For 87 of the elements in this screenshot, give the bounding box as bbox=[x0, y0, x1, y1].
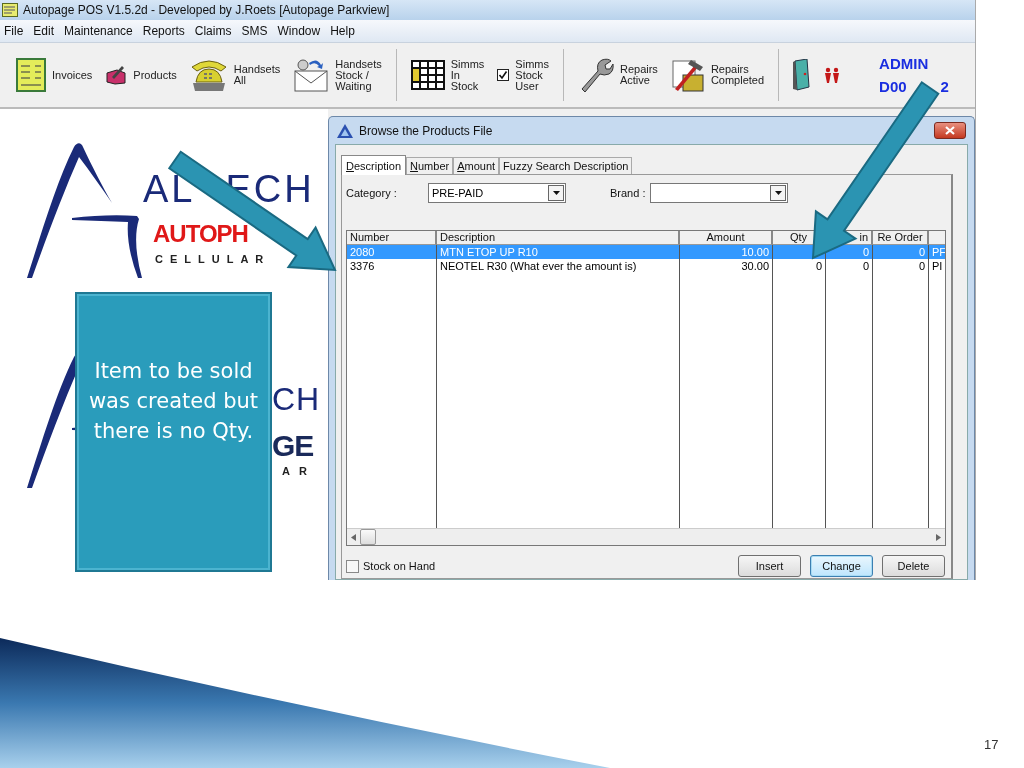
column-header[interactable]: Amount bbox=[706, 231, 745, 244]
table-cell: 3376 bbox=[347, 259, 437, 273]
logo-text: GE bbox=[272, 433, 315, 459]
toolbar-button[interactable]: Handsets All bbox=[187, 57, 283, 93]
user-code: D00 bbox=[879, 78, 907, 95]
brand-label: Brand : bbox=[610, 187, 646, 199]
brand-dropdown[interactable] bbox=[650, 183, 789, 203]
dropdown-arrow-icon bbox=[552, 191, 560, 195]
column-header[interactable]: Qty bbox=[789, 231, 808, 244]
column-header[interactable]: Description bbox=[440, 231, 496, 244]
toolbar-button[interactable]: Simms In Stock bbox=[408, 58, 487, 92]
callout-text: Item to be sold was created but there is no Qty. bbox=[87, 358, 260, 445]
grid-icon bbox=[410, 60, 445, 90]
triangle-icon bbox=[337, 123, 353, 138]
table-cell: 30.00 bbox=[680, 259, 773, 273]
close-button[interactable] bbox=[934, 122, 966, 139]
toolbar-button[interactable]: Repairs Completed bbox=[668, 57, 767, 93]
toolbar-button[interactable]: Simms Stock User bbox=[495, 58, 551, 92]
table-cell: 2080 bbox=[347, 245, 437, 259]
menu-item[interactable]: SMS bbox=[241, 24, 268, 38]
menu-item[interactable]: Maintenance bbox=[64, 24, 133, 38]
table-cell-text: PI bbox=[931, 259, 944, 273]
toolbar-button[interactable]: Repairs Active bbox=[575, 57, 660, 93]
toolbar-label: Repairs Completed bbox=[710, 64, 765, 86]
envelope-icon bbox=[293, 57, 330, 93]
table-cell: 10.00 bbox=[680, 245, 773, 259]
toolbar-label: Invoices bbox=[52, 69, 93, 81]
door-icon bbox=[793, 59, 812, 91]
toolbar-label: Simms In Stock bbox=[450, 58, 485, 92]
toolbar-label: Handsets Stock / Waiting bbox=[335, 58, 382, 92]
logo-text: CH bbox=[272, 381, 321, 417]
menu-item[interactable]: File bbox=[4, 24, 24, 38]
toolbar-button[interactable]: Products bbox=[103, 65, 179, 85]
tab[interactable]: Number bbox=[406, 157, 454, 174]
category-label: Category : bbox=[346, 187, 398, 199]
user-code: 2 bbox=[940, 78, 949, 95]
logo-text: AUTOPH bbox=[153, 221, 249, 247]
table-cell: 0 bbox=[873, 245, 929, 259]
checkbox-label: Stock on Hand bbox=[363, 560, 436, 572]
table-cell-text: PF bbox=[931, 245, 945, 259]
document-icon bbox=[16, 58, 46, 92]
tab[interactable]: Description bbox=[341, 155, 407, 175]
dialog-button[interactable]: Change bbox=[810, 555, 873, 577]
tab[interactable]: Amount bbox=[453, 157, 500, 174]
logo-text: AL bbox=[143, 171, 196, 207]
dropdown-arrow-icon bbox=[774, 191, 782, 195]
table-cell: 0 bbox=[873, 259, 929, 273]
dialog-title: Browse the Products File bbox=[359, 123, 494, 138]
scroll-left-icon[interactable] bbox=[351, 533, 356, 541]
table-row[interactable]: 3376 NEOTEL R30 (What ever the amount is) 30.00 0 0 0 PI bbox=[347, 259, 945, 273]
menu-item[interactable]: Reports bbox=[142, 24, 185, 38]
table-cell: 0 bbox=[826, 259, 873, 273]
people-icon bbox=[824, 67, 841, 83]
telephone-icon bbox=[189, 57, 228, 93]
user-name: ADMIN bbox=[879, 55, 930, 72]
horizontal-scrollbar[interactable] bbox=[347, 528, 945, 545]
toolbar-label: Products bbox=[133, 69, 177, 81]
checkbox-icon bbox=[497, 69, 510, 81]
app-icon bbox=[2, 3, 18, 17]
toolbar-label: Repairs Active bbox=[619, 64, 658, 86]
column-header[interactable]: in bbox=[859, 231, 868, 244]
category-dropdown[interactable]: PRE-PAID bbox=[428, 183, 566, 203]
scroll-thumb[interactable] bbox=[360, 529, 376, 545]
scroll-right-icon[interactable] bbox=[936, 533, 941, 541]
slide-number: 17 bbox=[984, 737, 999, 752]
table-cell: MTN ETOP UP R10 bbox=[437, 245, 680, 259]
dialog-button[interactable]: Delete bbox=[882, 555, 945, 577]
menu-item[interactable]: Help bbox=[330, 24, 355, 38]
hammer-icon bbox=[670, 57, 705, 93]
menu-item[interactable]: Edit bbox=[33, 24, 55, 38]
window-title: Autopage POS V1.5.2d - Developed by J.Roets [Autopage Parkview] bbox=[23, 3, 390, 17]
column-header[interactable]: Re Order bbox=[877, 231, 923, 244]
toolbar-label: Handsets All bbox=[233, 64, 281, 86]
menu-item[interactable]: Claims bbox=[194, 24, 232, 38]
close-icon bbox=[945, 126, 955, 135]
box-icon bbox=[105, 65, 128, 85]
logo-text: AR bbox=[282, 465, 317, 477]
dialog-button[interactable]: Insert bbox=[738, 555, 801, 577]
column-header[interactable]: Number bbox=[350, 231, 390, 244]
toolbar-label: Simms Stock User bbox=[515, 58, 549, 92]
tab[interactable]: Fuzzy Search Description bbox=[499, 157, 633, 174]
logo-text: CELLULAR bbox=[155, 253, 272, 265]
toolbar-button[interactable]: Invoices bbox=[14, 58, 95, 92]
menu-item[interactable]: Window bbox=[277, 24, 321, 38]
table-cell: NEOTEL R30 (What ever the amount is) bbox=[437, 259, 680, 273]
toolbar-button[interactable]: Handsets Stock / Waiting bbox=[291, 57, 384, 93]
checkbox[interactable] bbox=[346, 559, 359, 573]
